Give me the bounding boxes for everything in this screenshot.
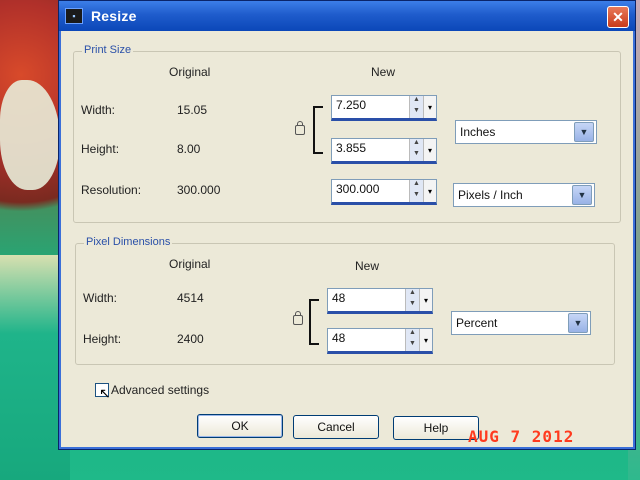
print-width-label: Width: (81, 103, 116, 117)
cancel-button[interactable]: Cancel (293, 415, 379, 439)
pixel-width-value[interactable]: 48 (328, 289, 405, 311)
pixel-height-spinner[interactable]: 48 ▲ ▼ ▾ (327, 328, 433, 354)
resolution-original: 300.000 (177, 183, 221, 197)
print-height-value[interactable]: 3.855 (332, 139, 409, 161)
print-width-spinner[interactable]: 7.250 ▲ ▼ ▾ (331, 95, 437, 121)
chevron-down-icon[interactable]: ▼ (572, 185, 592, 205)
print-lock-icon[interactable] (295, 121, 305, 135)
pixel-dimensions-title: Pixel Dimensions (84, 236, 173, 248)
pixel-width-spinner[interactable]: 48 ▲ ▼ ▾ (327, 288, 433, 314)
print-aspect-link-bracket (313, 106, 323, 154)
spin-dropdown-icon[interactable]: ▾ (423, 96, 436, 118)
print-size-title: Print Size (82, 44, 134, 56)
print-height-label: Height: (81, 142, 120, 156)
pixel-lock-icon[interactable] (293, 311, 303, 325)
print-original-header: Original (169, 65, 211, 79)
spin-dropdown-icon[interactable]: ▾ (419, 289, 432, 311)
pixel-units-value: Percent (456, 316, 498, 330)
print-new-header: New (371, 65, 396, 79)
spin-dropdown-icon[interactable]: ▾ (423, 139, 436, 161)
spin-dropdown-icon[interactable]: ▾ (419, 329, 432, 351)
pixel-width-original: 4514 (177, 291, 204, 305)
chevron-down-icon[interactable]: ▼ (574, 122, 594, 142)
print-height-spinner[interactable]: 3.855 ▲ ▼ ▾ (331, 138, 437, 164)
spin-arrows-icon[interactable]: ▲ ▼ (405, 289, 419, 311)
help-button[interactable]: Help (393, 416, 479, 440)
pixel-width-label: Width: (83, 291, 118, 305)
pixel-height-value[interactable]: 48 (328, 329, 405, 351)
resolution-spinner[interactable]: 300.000 ▲ ▼ ▾ (331, 179, 437, 205)
pixel-original-header: Original (169, 257, 211, 271)
spin-arrows-icon[interactable]: ▲ ▼ (409, 96, 423, 118)
print-width-original: 15.05 (177, 103, 208, 117)
pixel-height-original: 2400 (177, 332, 204, 346)
pixel-aspect-link-bracket (309, 299, 319, 345)
resolution-label: Resolution: (81, 183, 142, 197)
mouse-pointer-icon: ↖ (99, 385, 111, 401)
resolution-value[interactable]: 300.000 (332, 180, 409, 202)
chevron-down-icon[interactable]: ▼ (568, 313, 588, 333)
camera-datestamp: AUG 7 2012 (468, 427, 575, 446)
print-height-original: 8.00 (177, 142, 201, 156)
spin-dropdown-icon[interactable]: ▾ (423, 180, 436, 202)
pixel-height-label: Height: (83, 332, 122, 346)
resolution-units-value: Pixels / Inch (458, 188, 523, 202)
pixel-new-header: New (355, 259, 380, 273)
title-bar[interactable]: ▪ Resize ✕ (59, 1, 635, 31)
print-units-select[interactable]: Inches ▼ (455, 120, 597, 144)
spin-arrows-icon[interactable]: ▲ ▼ (405, 329, 419, 351)
spin-arrows-icon[interactable]: ▲ ▼ (409, 139, 423, 161)
spin-arrows-icon[interactable]: ▲ ▼ (409, 180, 423, 202)
resolution-units-select[interactable]: Pixels / Inch ▼ (453, 183, 595, 207)
print-width-value[interactable]: 7.250 (332, 96, 409, 118)
ok-button[interactable]: OK (197, 414, 283, 438)
advanced-settings-label[interactable]: Advanced settings (111, 383, 209, 397)
print-units-value: Inches (460, 125, 496, 139)
window-title: Resize (91, 8, 137, 24)
pixel-units-select[interactable]: Percent ▼ (451, 311, 591, 335)
app-icon: ▪ (65, 8, 83, 24)
resize-dialog: ▪ Resize ✕ Print Size Original New Width… (58, 0, 636, 450)
close-button[interactable]: ✕ (607, 6, 629, 28)
